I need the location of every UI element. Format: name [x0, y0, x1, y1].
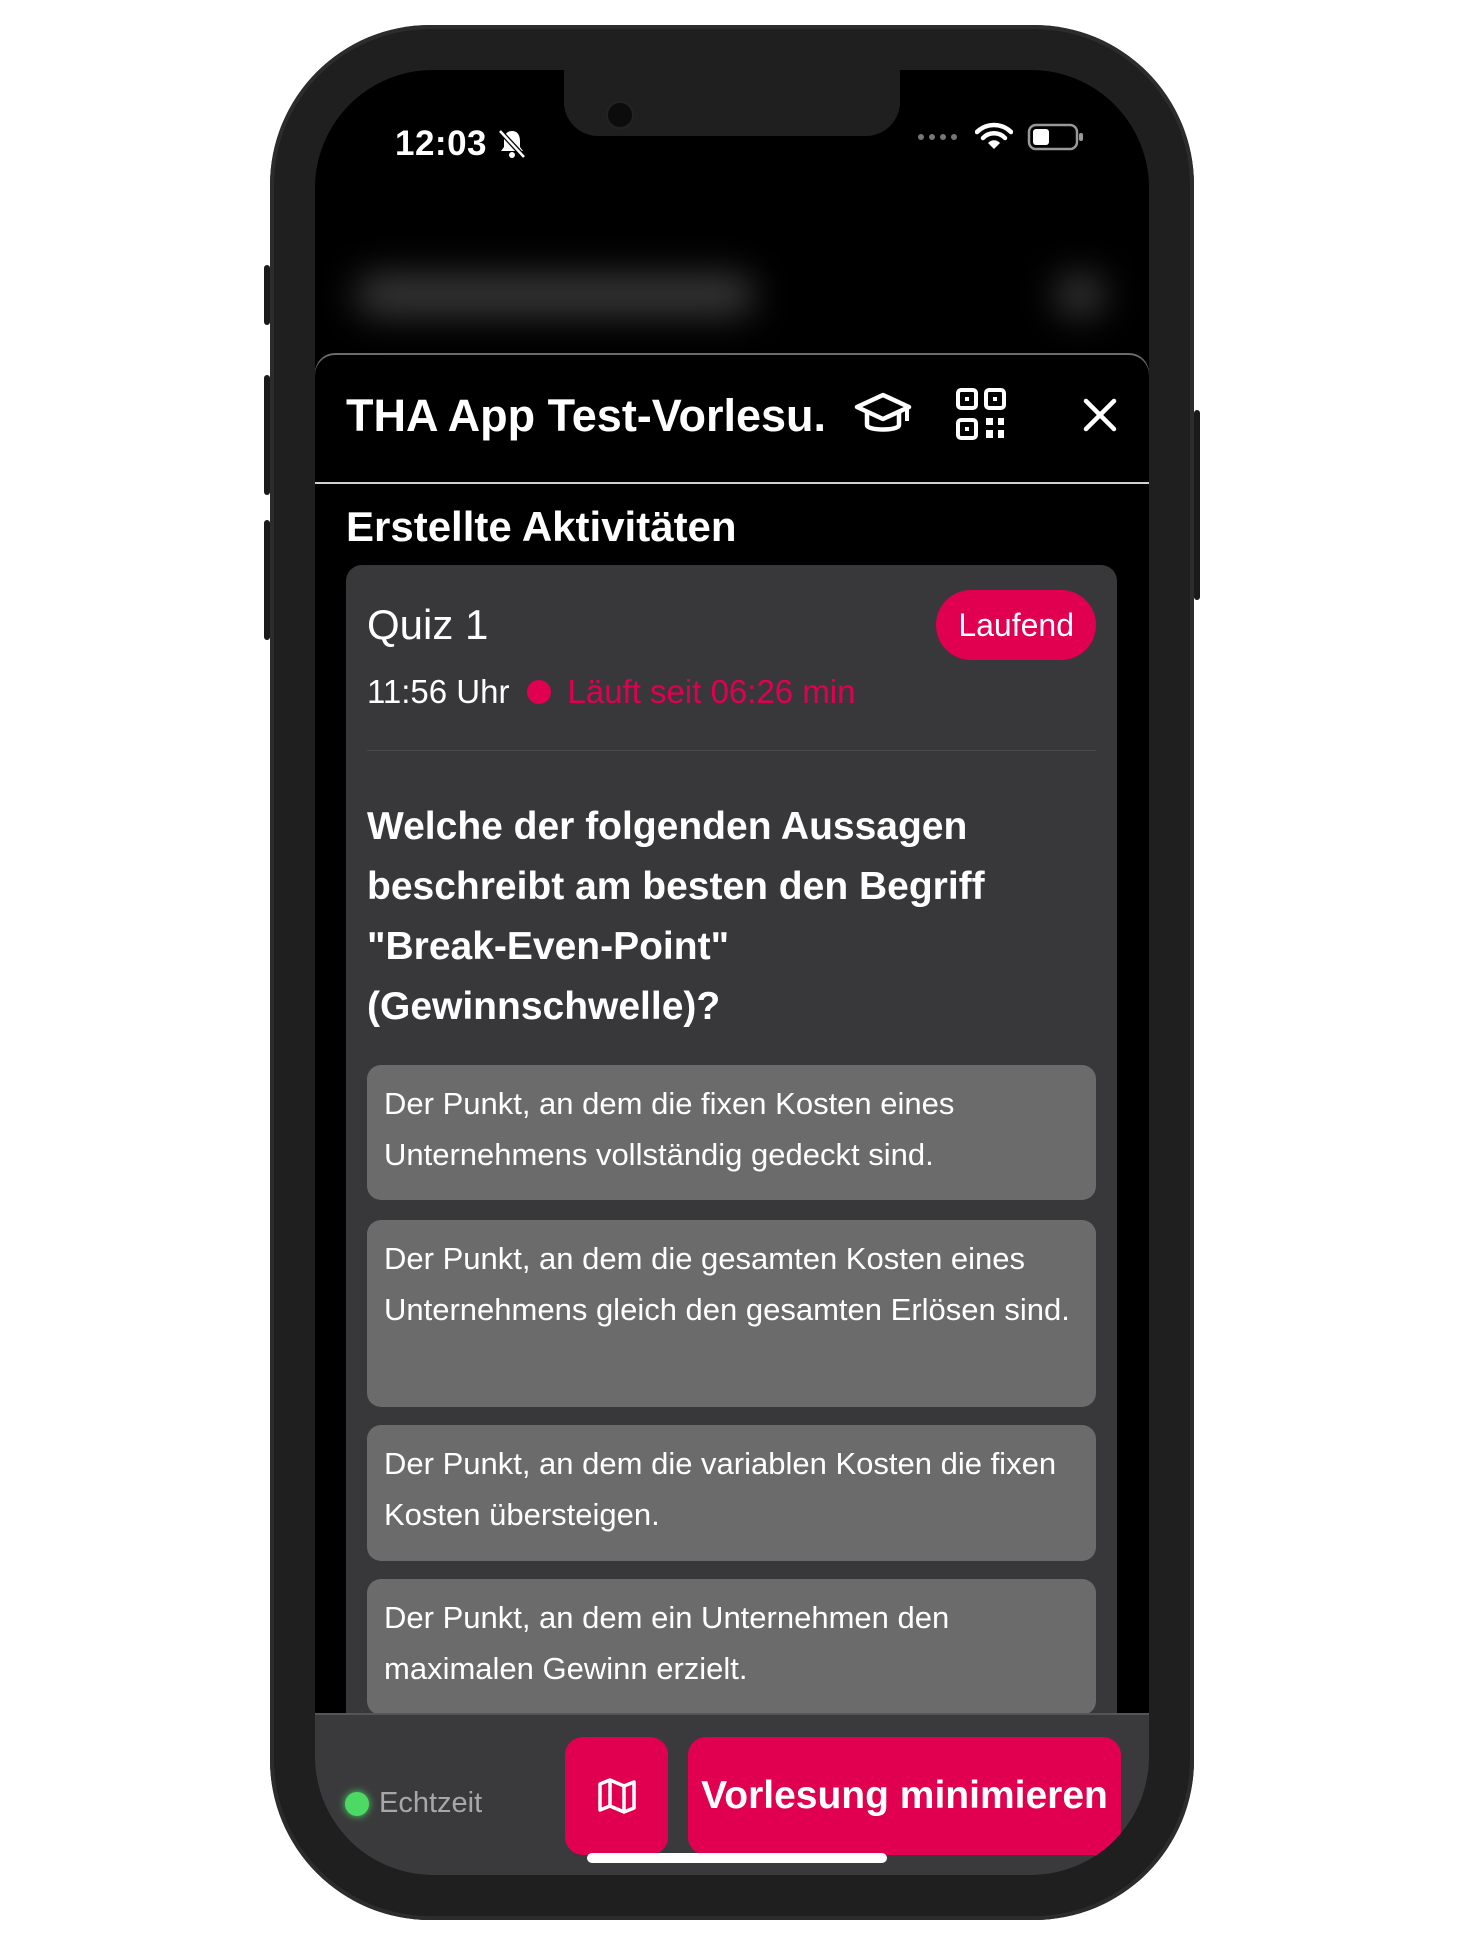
- sheet-header: THA App Test-Vorlesu...: [315, 355, 1149, 484]
- signal-dots-icon: [918, 134, 957, 140]
- qr-code-icon[interactable]: [955, 387, 1007, 441]
- quiz-title: Quiz 1: [367, 601, 489, 648]
- graduation-cap-icon[interactable]: [853, 387, 913, 443]
- bell-muted-icon: [498, 129, 526, 159]
- running-dot-icon: [527, 680, 552, 704]
- bottom-bar: Echtzeit Vorlesung minimieren: [315, 1713, 1149, 1875]
- answer-option[interactable]: Der Punkt, an dem die variablen Kosten d…: [367, 1425, 1096, 1561]
- answer-option[interactable]: Der Punkt, an dem die fixen Kosten eines…: [367, 1065, 1096, 1200]
- quiz-running-duration: Läuft seit 06:26 min: [567, 673, 856, 710]
- map-button[interactable]: [565, 1737, 668, 1855]
- phone-frame: 12:03 THA App Test-Vorlesu... Erstellte …: [264, 25, 1200, 1920]
- realtime-label: Echtzeit: [379, 1787, 483, 1819]
- quiz-meta: 11:56 Uhr Läuft seit 06:26 min: [367, 673, 856, 711]
- lecture-sheet: THA App Test-Vorlesu... Erstellte Aktivi…: [315, 355, 1149, 1875]
- realtime-indicator: Echtzeit: [345, 1787, 482, 1820]
- battery-icon: [1027, 123, 1083, 151]
- quiz-start-time: 11:56 Uhr: [367, 673, 510, 710]
- quiz-card[interactable]: Quiz 1 Laufend 11:56 Uhr Läuft seit 06:2…: [346, 565, 1117, 1785]
- status-time: 12:03: [395, 124, 488, 163]
- close-icon[interactable]: [1080, 395, 1120, 435]
- minimize-lecture-button[interactable]: Vorlesung minimieren: [688, 1737, 1121, 1855]
- answer-option[interactable]: Der Punkt, an dem die gesamten Kosten ei…: [367, 1220, 1096, 1407]
- wifi-icon: [975, 122, 1013, 149]
- front-camera: [605, 100, 635, 130]
- quiz-question: Welche der folgenden Aussagen beschreibt…: [367, 805, 985, 1028]
- section-title: Erstellte Aktivitäten: [346, 503, 737, 550]
- power-button: [1194, 410, 1200, 600]
- volume-down-button: [264, 520, 270, 640]
- screen: 12:03 THA App Test-Vorlesu... Erstellte …: [315, 70, 1149, 1875]
- silent-switch: [264, 265, 270, 325]
- home-indicator[interactable]: [587, 1853, 887, 1863]
- status-indicators: [917, 122, 1085, 152]
- map-icon: [597, 1778, 636, 1814]
- status-badge: Laufend: [936, 590, 1096, 660]
- lecture-title: THA App Test-Vorlesu...: [346, 390, 826, 441]
- volume-up-button: [264, 375, 270, 495]
- live-status-dot-icon: [345, 1791, 369, 1816]
- answer-option[interactable]: Der Punkt, an dem ein Unternehmen den ma…: [367, 1579, 1096, 1715]
- blurred-background-content: [355, 265, 1115, 325]
- divider: [367, 750, 1096, 751]
